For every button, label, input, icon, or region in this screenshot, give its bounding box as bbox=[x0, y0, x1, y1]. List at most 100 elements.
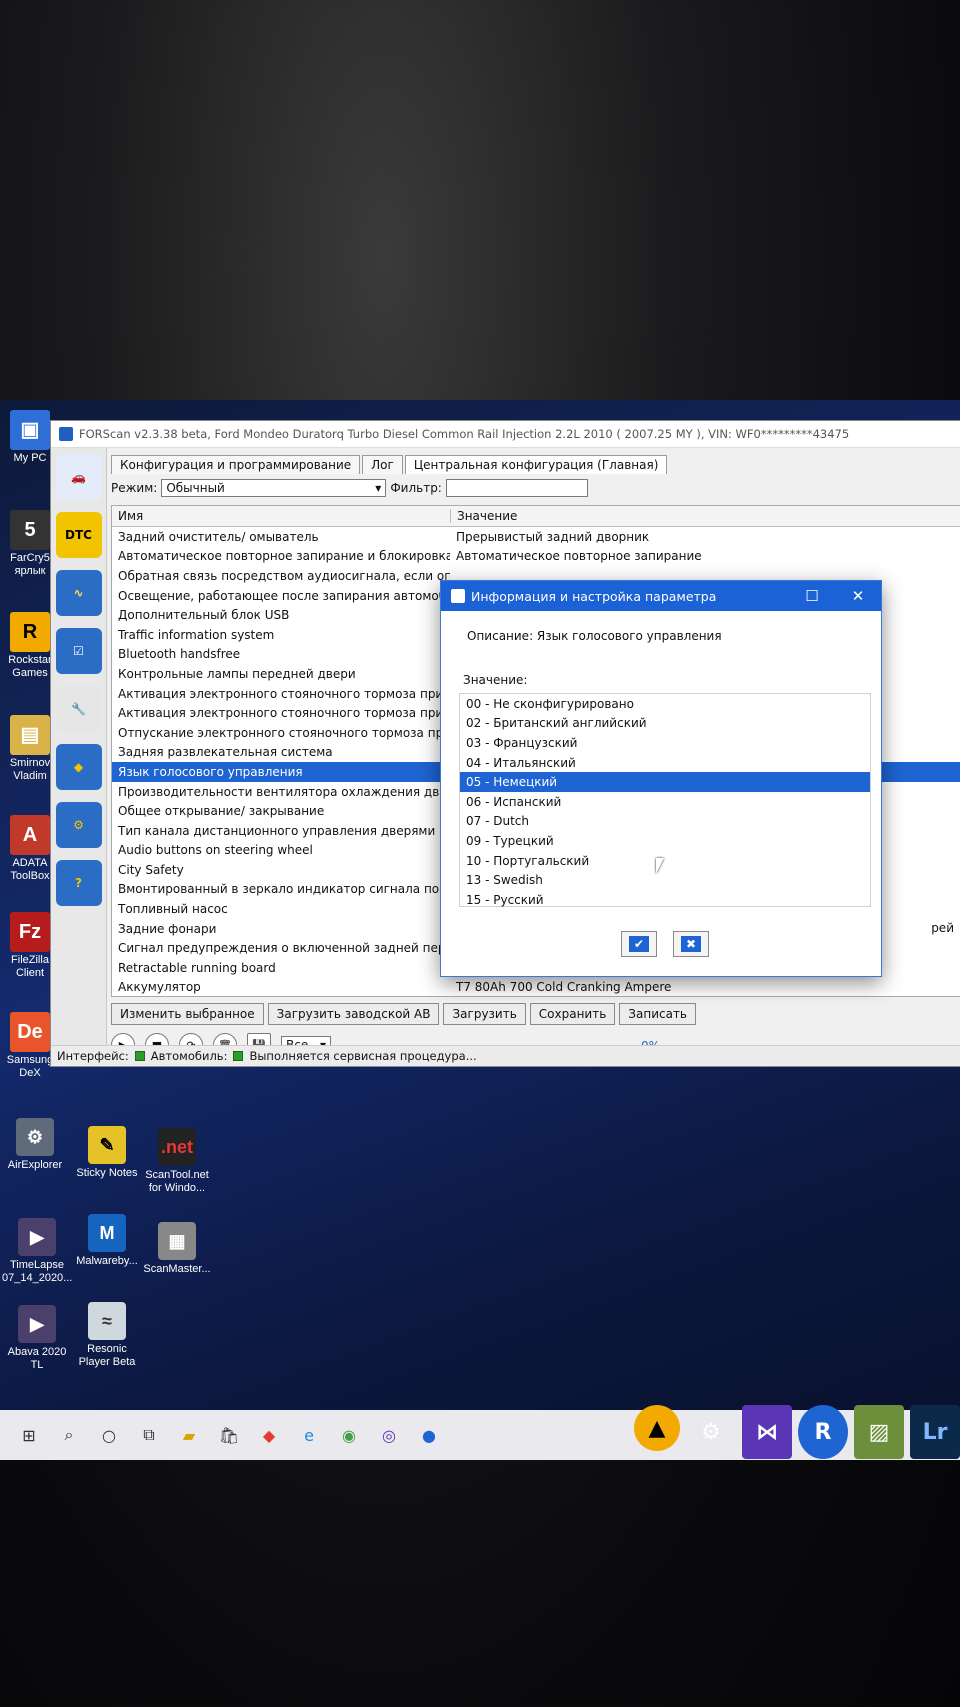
value-option[interactable]: 02 - Британский английский bbox=[460, 714, 870, 734]
desktop-icon-filezilla[interactable]: Fz FileZilla Client bbox=[6, 912, 54, 980]
filter-input[interactable] bbox=[445, 479, 588, 497]
desktop-icon-scantool[interactable]: .net ScanTool.net for Windo... bbox=[142, 1128, 212, 1195]
value-option[interactable]: 09 - Турецкий bbox=[460, 831, 870, 851]
desktop-icon-adata[interactable]: A ADATA ToolBox bbox=[6, 815, 54, 883]
dtc-tool-icon[interactable]: DTC bbox=[55, 512, 102, 558]
write-button[interactable]: Записать bbox=[619, 1003, 697, 1025]
parameter-dialog: Информация и настройка параметра ☐ ✕ Опи… bbox=[440, 580, 882, 977]
header-value[interactable]: Значение bbox=[451, 509, 517, 523]
oscilloscope-icon[interactable]: ∿ bbox=[55, 570, 102, 616]
help-icon[interactable]: ? bbox=[55, 860, 102, 906]
ok-button[interactable]: ✔ bbox=[621, 931, 657, 957]
tab-central-config[interactable]: Центральная конфигурация (Главная) bbox=[404, 455, 668, 474]
chip-icon: ▦ bbox=[158, 1222, 196, 1260]
car-label: Автомобиль: bbox=[150, 1049, 228, 1063]
warning-app-icon[interactable]: ▲ bbox=[634, 1405, 680, 1451]
value-option[interactable]: 10 - Португальский bbox=[460, 851, 870, 871]
value-option[interactable]: 04 - Итальянский bbox=[460, 753, 870, 773]
value-option[interactable]: 00 - Не сконфигурировано bbox=[460, 694, 870, 714]
forscan-taskbar-icon[interactable]: ● bbox=[416, 1422, 442, 1448]
farcry-icon: 5 bbox=[10, 510, 50, 550]
value-option[interactable]: 06 - Испанский bbox=[460, 792, 870, 812]
tab-configuration[interactable]: Конфигурация и программирование bbox=[111, 455, 361, 474]
value-option[interactable]: 05 - Немецкий bbox=[460, 772, 870, 792]
folder-icon: ▤ bbox=[10, 715, 50, 755]
cell-value: Прерывистый задний дворник bbox=[456, 529, 650, 544]
chevron-down-icon: ▾ bbox=[375, 481, 382, 495]
window-title: FORScan v2.3.38 beta, Ford Mondeo Durato… bbox=[79, 427, 850, 441]
task-view-icon[interactable]: ⧉ bbox=[136, 1422, 162, 1448]
desktop-icon-farcry[interactable]: 5 FarCry5 ярлык bbox=[6, 510, 54, 578]
desktop-icon-scanmaster[interactable]: ▦ ScanMaster... bbox=[142, 1222, 212, 1276]
lightroom-icon[interactable]: Lr bbox=[910, 1405, 960, 1459]
desktop-icon-abava[interactable]: ▶ Abava 2020 TL bbox=[2, 1305, 72, 1372]
checklist-icon[interactable]: ☑ bbox=[55, 628, 102, 674]
windows-start-icon[interactable]: ⊞ bbox=[16, 1422, 42, 1448]
side-toolbar: 🚗 DTC ∿ ☑ 🔧 ◆ ⚙ ? bbox=[51, 448, 107, 1066]
cell-name: Задний очиститель/ омыватель bbox=[118, 529, 319, 544]
browser-icon[interactable]: ◎ bbox=[376, 1422, 402, 1448]
load-button[interactable]: Загрузить bbox=[443, 1003, 526, 1025]
value-option[interactable]: 07 - Dutch bbox=[460, 812, 870, 832]
media-app-icon[interactable]: ⋈ bbox=[742, 1405, 792, 1459]
video-icon: ▶ bbox=[18, 1305, 56, 1343]
desktop-icon-rockstar[interactable]: R Rockstar Games bbox=[6, 612, 54, 680]
value-option[interactable]: 15 - Русский bbox=[460, 890, 870, 910]
table-row[interactable]: Автоматическое повторное запирание и бло… bbox=[112, 547, 960, 567]
edge-icon[interactable]: e bbox=[296, 1422, 322, 1448]
cell-value: T7 80Ah 700 Cold Cranking Ampere bbox=[456, 980, 672, 995]
interface-status-icon bbox=[134, 1051, 145, 1061]
desktop-icon-my-pc[interactable]: ▣ My PC bbox=[6, 410, 54, 465]
desktop-icon-timelapse[interactable]: ▶ TimeLapse 07_14_2020... bbox=[2, 1218, 72, 1285]
value-listbox[interactable]: 00 - Не сконфигурировано 02 - Британский … bbox=[459, 693, 871, 907]
file-explorer-icon[interactable]: ▰ bbox=[176, 1422, 202, 1448]
cell-name: Bluetooth handsfree bbox=[118, 647, 241, 662]
cortana-icon[interactable]: ○ bbox=[96, 1422, 122, 1448]
info-tool-icon[interactable]: 🚗 bbox=[55, 454, 102, 500]
maximize-icon[interactable]: ☐ bbox=[789, 587, 835, 605]
gear-icon[interactable]: ⚙ bbox=[55, 802, 102, 848]
car-status-icon bbox=[233, 1051, 244, 1061]
desktop-icon-resonic[interactable]: ≈ Resonic Player Beta bbox=[72, 1302, 142, 1369]
module-config-icon[interactable]: ◆ bbox=[55, 744, 102, 790]
table-row[interactable]: Аккумулятор T7 80Ah 700 Cold Cranking Amp… bbox=[112, 978, 960, 996]
value-option[interactable]: 13 - Swedish bbox=[460, 870, 870, 890]
close-icon[interactable]: ✕ bbox=[835, 587, 881, 605]
cell-name: Дополнительный блок USB bbox=[118, 608, 290, 623]
header-name[interactable]: Имя bbox=[112, 509, 451, 523]
desktop-icon-samsung-dex[interactable]: De Samsung DeX bbox=[6, 1012, 54, 1080]
scantool-icon: .net bbox=[158, 1128, 196, 1166]
desktop-icon-airexplorer[interactable]: ⚙ AirExplorer bbox=[0, 1118, 70, 1172]
cell-name: Traffic information system bbox=[118, 627, 275, 642]
cell-name: Сигнал предупреждения о включенной задне… bbox=[118, 941, 450, 956]
cell-name: Задняя развлекательная система bbox=[118, 745, 333, 760]
desktop-icon-smirnov[interactable]: ▤ Smirnov Vladim bbox=[6, 715, 54, 783]
cell-name: Тип канала дистанционного управления две… bbox=[118, 823, 436, 838]
save-button[interactable]: Сохранить bbox=[529, 1003, 616, 1025]
desktop-icon-malwarebytes[interactable]: M Malwareby... bbox=[72, 1214, 142, 1268]
wrench-icon[interactable]: 🔧 bbox=[55, 686, 102, 732]
tab-log[interactable]: Лог bbox=[362, 455, 403, 474]
load-factory-button[interactable]: Загрузить заводской АВ bbox=[267, 1003, 440, 1025]
mode-select[interactable]: Обычный ▾ bbox=[161, 479, 387, 497]
forscan-app-icon bbox=[59, 427, 73, 441]
gear-icon[interactable]: ⚙ bbox=[686, 1405, 736, 1459]
desktop-icon-sticky-notes[interactable]: ✎ Sticky Notes bbox=[72, 1126, 142, 1180]
dialog-titlebar: Информация и настройка параметра ☐ ✕ bbox=[441, 581, 881, 611]
cancel-button[interactable]: ✖ bbox=[673, 931, 709, 957]
r-app-icon[interactable]: R bbox=[798, 1405, 848, 1459]
app-diamond-icon[interactable]: ◆ bbox=[256, 1422, 282, 1448]
chrome-icon[interactable]: ◉ bbox=[336, 1422, 362, 1448]
value-option[interactable]: 03 - Французский bbox=[460, 733, 870, 753]
sticky-note-icon: ✎ bbox=[88, 1126, 126, 1164]
table-header: Имя Значение bbox=[112, 506, 960, 527]
filezilla-icon: Fz bbox=[10, 912, 50, 952]
search-icon[interactable]: ⌕ bbox=[56, 1422, 82, 1448]
edit-selected-button[interactable]: Изменить выбранное bbox=[111, 1003, 264, 1025]
cell-name: Общее открывание/ закрывание bbox=[118, 804, 325, 819]
cell-name: Отпускание электронного стояночного торм… bbox=[118, 725, 450, 740]
cell-name: Активация электронного стояночного тормо… bbox=[118, 706, 450, 721]
photo-app-icon[interactable]: ▨ bbox=[854, 1405, 904, 1459]
table-row[interactable]: Задний очиститель/ омыватель Прерывистый … bbox=[112, 527, 960, 547]
store-icon[interactable]: 🛍 bbox=[216, 1422, 242, 1448]
